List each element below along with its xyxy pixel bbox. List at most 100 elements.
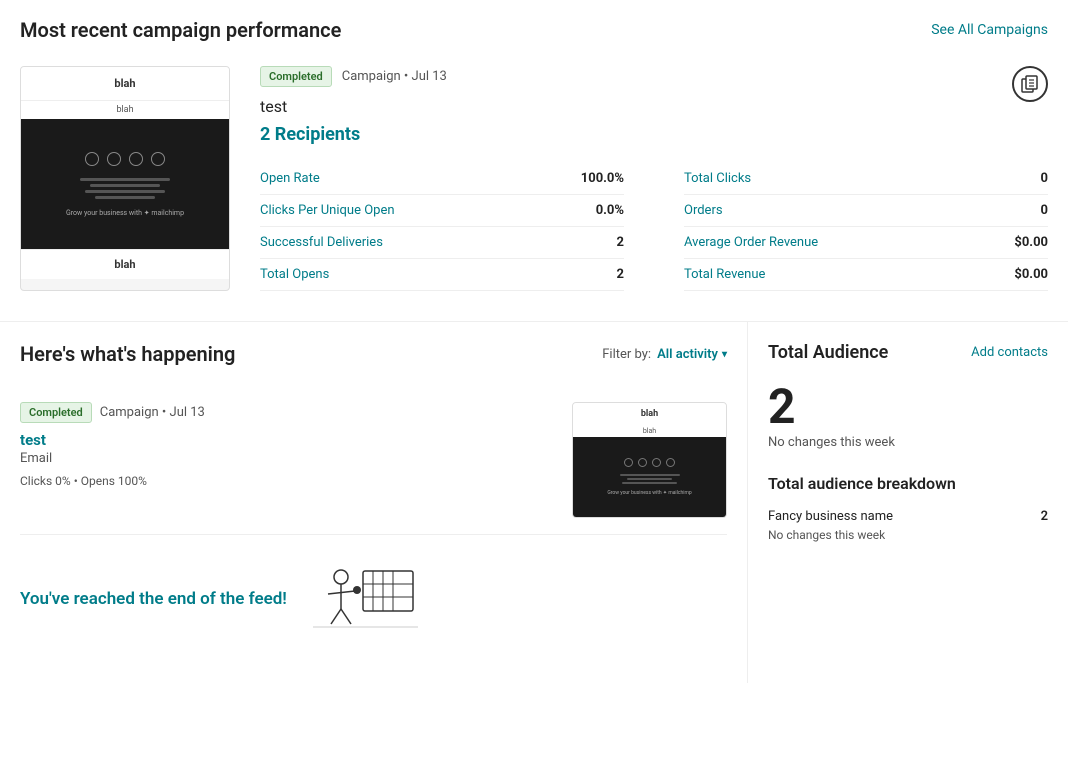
end-feed-text: You've reached the end of the feed! bbox=[20, 589, 287, 609]
stat-label: Clicks Per Unique Open bbox=[260, 203, 395, 218]
feed-column: Here's what's happening Filter by: All a… bbox=[0, 322, 748, 683]
preview-blah-bottom: blah bbox=[21, 249, 229, 279]
feed-thumb-dark: Grow your business with ✦ mailchimp bbox=[573, 437, 726, 517]
feed-line-2 bbox=[627, 478, 672, 480]
stat-value: 0 bbox=[1041, 203, 1048, 218]
stat-row: Total Opens 2 bbox=[260, 259, 624, 291]
preview-dark-block: Grow your business with ✦ mailchimp bbox=[21, 119, 229, 249]
breakdown-list: Fancy business name 2 No changes this week bbox=[768, 509, 1048, 542]
stats-col-right: Total Clicks 0 Orders 0 Average Order Revenu… bbox=[654, 163, 1048, 291]
audience-title: Total Audience bbox=[768, 342, 888, 363]
top-section: Most recent campaign performance See All… bbox=[0, 0, 1068, 322]
feed-item: Completed Campaign • Jul 13 test Email C… bbox=[20, 386, 727, 535]
stat-row: Average Order Revenue $0.00 bbox=[684, 227, 1048, 259]
end-of-feed: You've reached the end of the feed! bbox=[20, 535, 727, 663]
stat-value: 0 bbox=[1041, 171, 1048, 186]
stat-row: Total Clicks 0 bbox=[684, 163, 1048, 195]
feed-title: Here's what's happening bbox=[20, 342, 235, 366]
preview-icons-row bbox=[85, 152, 165, 166]
audience-no-changes: No changes this week bbox=[768, 435, 1048, 450]
copy-icon-button[interactable] bbox=[1012, 66, 1048, 102]
audience-count: 2 bbox=[768, 383, 1048, 431]
campaign-meta: Completed Campaign • Jul 13 bbox=[260, 66, 1048, 87]
feed-item-type: Email bbox=[20, 451, 556, 466]
feed-status-badge: Completed bbox=[20, 402, 92, 423]
feed-icon-1 bbox=[624, 458, 633, 467]
page-title: Most recent campaign performance bbox=[20, 18, 341, 42]
breakdown-item: Fancy business name 2 No changes this week bbox=[768, 509, 1048, 542]
feed-thumb-blah-small: blah bbox=[573, 425, 726, 437]
stat-label: Total Revenue bbox=[684, 267, 765, 282]
breakdown-name: Fancy business name bbox=[768, 509, 893, 524]
feed-thumbnail: blah blah Grow your business with ✦ ma bbox=[572, 402, 727, 518]
stat-label: Open Rate bbox=[260, 171, 320, 186]
breakdown-sub: No changes this week bbox=[768, 528, 1048, 542]
breakdown-count: 2 bbox=[1041, 509, 1048, 524]
preview-icon-4 bbox=[151, 152, 165, 166]
stat-label: Orders bbox=[684, 203, 723, 218]
preview-line-3 bbox=[85, 190, 165, 193]
feed-item-left: Completed Campaign • Jul 13 test Email C… bbox=[20, 402, 556, 488]
feed-icon-2 bbox=[638, 458, 647, 467]
stat-value: 2 bbox=[617, 267, 624, 282]
breakdown-row: Fancy business name 2 bbox=[768, 509, 1048, 524]
status-badge: Completed bbox=[260, 66, 332, 87]
stat-value: $0.00 bbox=[1014, 267, 1048, 282]
campaign-info: Completed Campaign • Jul 13 test 2 Recip… bbox=[260, 66, 1048, 291]
stat-row: Open Rate 100.0% bbox=[260, 163, 624, 195]
stat-value: 0.0% bbox=[596, 203, 624, 218]
feed-item-stats: Clicks 0% • Opens 100% bbox=[20, 474, 556, 488]
preview-line-1 bbox=[80, 178, 170, 181]
mailchimp-logo: Grow your business with ✦ mailchimp bbox=[66, 209, 184, 217]
stat-label: Total Opens bbox=[260, 267, 329, 282]
filter-dropdown[interactable]: All activity ▾ bbox=[657, 347, 727, 362]
bottom-section: Here's what's happening Filter by: All a… bbox=[0, 322, 1068, 683]
preview-icon-2 bbox=[107, 152, 121, 166]
stat-row: Successful Deliveries 2 bbox=[260, 227, 624, 259]
audience-column: Total Audience Add contacts 2 No changes… bbox=[748, 322, 1068, 683]
stat-value: $0.00 bbox=[1014, 235, 1048, 250]
stats-col-left: Open Rate 100.0% Clicks Per Unique Open 0.0… bbox=[260, 163, 654, 291]
feed-header: Here's what's happening Filter by: All a… bbox=[20, 342, 727, 366]
preview-line-4 bbox=[95, 196, 155, 199]
feed-icon-3 bbox=[652, 458, 661, 467]
stat-label: Average Order Revenue bbox=[684, 235, 818, 250]
stat-row: Orders 0 bbox=[684, 195, 1048, 227]
stat-row: Clicks Per Unique Open 0.0% bbox=[260, 195, 624, 227]
campaign-name: test bbox=[260, 97, 1048, 116]
stat-label: Total Clicks bbox=[684, 171, 751, 186]
preview-blah-title: blah bbox=[21, 67, 229, 101]
copy-icon bbox=[1021, 75, 1039, 93]
audience-header: Total Audience Add contacts bbox=[768, 342, 1048, 363]
email-preview-top: blah blah Grow your business with ✦ mail… bbox=[20, 66, 230, 291]
feed-item-name[interactable]: test bbox=[20, 431, 556, 449]
campaign-type-date: Campaign • Jul 13 bbox=[342, 69, 447, 84]
feed-thumb-icons bbox=[624, 458, 675, 467]
breakdown-title: Total audience breakdown bbox=[768, 474, 1048, 493]
campaign-detail: blah blah Grow your business with ✦ mail… bbox=[20, 66, 1048, 291]
feed-thumb-lines bbox=[620, 474, 680, 484]
stat-value: 100.0% bbox=[581, 171, 624, 186]
feed-line-3 bbox=[622, 482, 677, 484]
stat-label: Successful Deliveries bbox=[260, 235, 383, 250]
chevron-down-icon: ▾ bbox=[722, 349, 727, 360]
feed-item-meta: Completed Campaign • Jul 13 bbox=[20, 402, 556, 423]
feed-thumb-blah-top: blah bbox=[573, 403, 726, 425]
feed-line-1 bbox=[620, 474, 680, 476]
preview-line-2 bbox=[90, 184, 160, 187]
recipients-count: 2 Recipients bbox=[260, 124, 1048, 145]
feed-mailchimp-text: Grow your business with ✦ mailchimp bbox=[607, 490, 691, 496]
filter-value-text: All activity bbox=[657, 347, 718, 362]
filter-by: Filter by: All activity ▾ bbox=[602, 347, 727, 362]
see-all-campaigns-link[interactable]: See All Campaigns bbox=[931, 22, 1048, 38]
preview-text-lines bbox=[80, 178, 170, 199]
feed-type-date: Campaign • Jul 13 bbox=[100, 405, 205, 420]
filter-label: Filter by: bbox=[602, 347, 651, 362]
preview-blah-small: blah bbox=[21, 101, 229, 119]
stats-grid: Open Rate 100.0% Clicks Per Unique Open 0.0… bbox=[260, 163, 1048, 291]
stat-value: 2 bbox=[617, 235, 624, 250]
end-feed-illustration bbox=[303, 559, 423, 639]
stat-row: Total Revenue $0.00 bbox=[684, 259, 1048, 291]
add-contacts-link[interactable]: Add contacts bbox=[971, 345, 1048, 360]
feed-icon-4 bbox=[666, 458, 675, 467]
